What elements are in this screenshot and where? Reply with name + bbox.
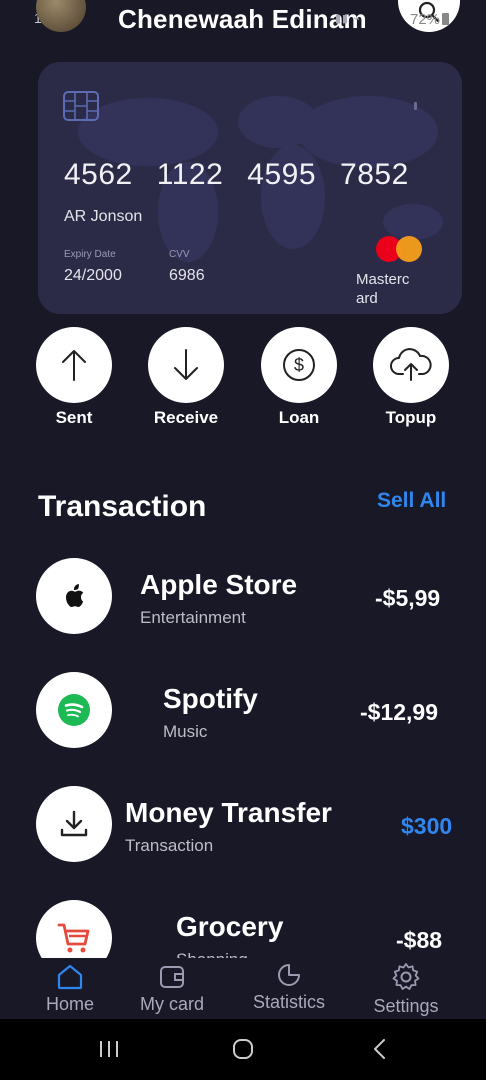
apple-icon (65, 584, 84, 608)
avatar[interactable] (36, 0, 86, 32)
wallet-icon (160, 966, 184, 988)
card-indicator (414, 102, 417, 110)
shopping-cart-icon (57, 923, 90, 953)
transaction-category: Transaction (125, 836, 214, 855)
spotify-icon (58, 694, 90, 726)
transaction-icon-spotify[interactable] (36, 672, 112, 748)
topup-label: Topup (385, 408, 437, 427)
card-number-group: 4562 (64, 158, 133, 191)
transactions-title: Transaction (38, 490, 207, 523)
transaction-amount: -$5,99 (375, 585, 441, 611)
arrow-down-icon (174, 349, 198, 380)
transaction-amount: $300 (401, 813, 453, 839)
transaction-category: Entertainment (140, 608, 246, 627)
bank-card[interactable]: 4562 1122 4595 7852 AR Jonson Expiry Dat… (38, 62, 462, 314)
transaction-name: Grocery (176, 911, 284, 942)
gear-icon (392, 963, 420, 990)
card-holder: AR Jonson (64, 208, 143, 225)
nav-my-card[interactable]: My card (122, 964, 222, 1015)
nav-home[interactable]: Home (20, 964, 120, 1015)
cloud-upload-icon (390, 348, 432, 381)
card-brand: Masterc ard (356, 271, 410, 307)
cvv-value: 6986 (169, 267, 205, 284)
transaction-amount: -$88 (396, 927, 443, 953)
transaction-icon-transfer[interactable] (36, 786, 112, 862)
receive-button[interactable]: Receive (146, 327, 226, 428)
topup-circle[interactable] (373, 327, 449, 403)
transaction-name: Money Transfer (125, 797, 332, 828)
loan-label: Loan (278, 408, 320, 427)
nav-home-label: Home (45, 994, 94, 1014)
download-icon (60, 810, 88, 837)
loan-circle[interactable]: $ (261, 327, 337, 403)
receive-circle[interactable] (148, 327, 224, 403)
transaction-category: Music (163, 722, 208, 741)
battery-icon (442, 13, 450, 25)
sent-button[interactable]: Sent (34, 327, 114, 428)
nav-settings-label: Settings (373, 996, 439, 1016)
nav-settings[interactable]: Settings (356, 962, 456, 1017)
battery-level: 72% (410, 11, 441, 28)
recent-apps-icon[interactable] (98, 1039, 120, 1059)
mastercard-logo-icon (376, 236, 422, 262)
status-bar: 11:37 Chenewaah Edinam ▮▮ ⌁ 72% (0, 0, 486, 36)
sent-circle[interactable] (36, 327, 112, 403)
home-button-icon[interactable] (232, 1038, 254, 1060)
topup-button[interactable]: Topup (371, 327, 451, 428)
pie-chart-icon (278, 964, 300, 986)
nav-my-card-label: My card (139, 994, 204, 1014)
transaction-name: Apple Store (140, 569, 298, 600)
nav-statistics[interactable]: Statistics (239, 962, 339, 1013)
cvv-label: CVV (169, 249, 190, 260)
card-number: 4562 1122 4595 7852 (64, 158, 433, 192)
receive-label: Receive (153, 408, 219, 427)
nav-statistics-label: Statistics (252, 992, 326, 1012)
transaction-icon-apple[interactable] (36, 558, 112, 634)
expiry-label: Expiry Date (64, 249, 116, 260)
system-navigation-bar (0, 1019, 486, 1080)
transaction-amount: -$12,99 (360, 699, 439, 725)
home-icon (57, 964, 83, 990)
svg-text:$: $ (294, 355, 304, 375)
signal-icon: ▮▮ ⌁ (335, 13, 361, 25)
loan-button[interactable]: $ Loan (259, 327, 339, 428)
back-icon[interactable] (372, 1038, 388, 1060)
card-number-group: 7852 (340, 158, 409, 191)
arrow-up-icon (62, 350, 86, 381)
sent-label: Sent (55, 408, 93, 427)
dollar-coin-icon: $ (283, 349, 315, 381)
transaction-name: Spotify (163, 683, 258, 714)
card-number-group: 4595 (247, 158, 317, 191)
card-number-group: 1122 (156, 158, 224, 191)
user-name: Chenewaah Edinam (118, 4, 367, 34)
bottom-navigation: Home My card Statistics Settings (0, 958, 486, 1020)
expiry-value: 24/2000 (64, 267, 122, 284)
battery-indicator: 72% (410, 11, 450, 28)
chip-icon (63, 91, 99, 121)
see-all-link[interactable]: Sell All (377, 489, 446, 513)
